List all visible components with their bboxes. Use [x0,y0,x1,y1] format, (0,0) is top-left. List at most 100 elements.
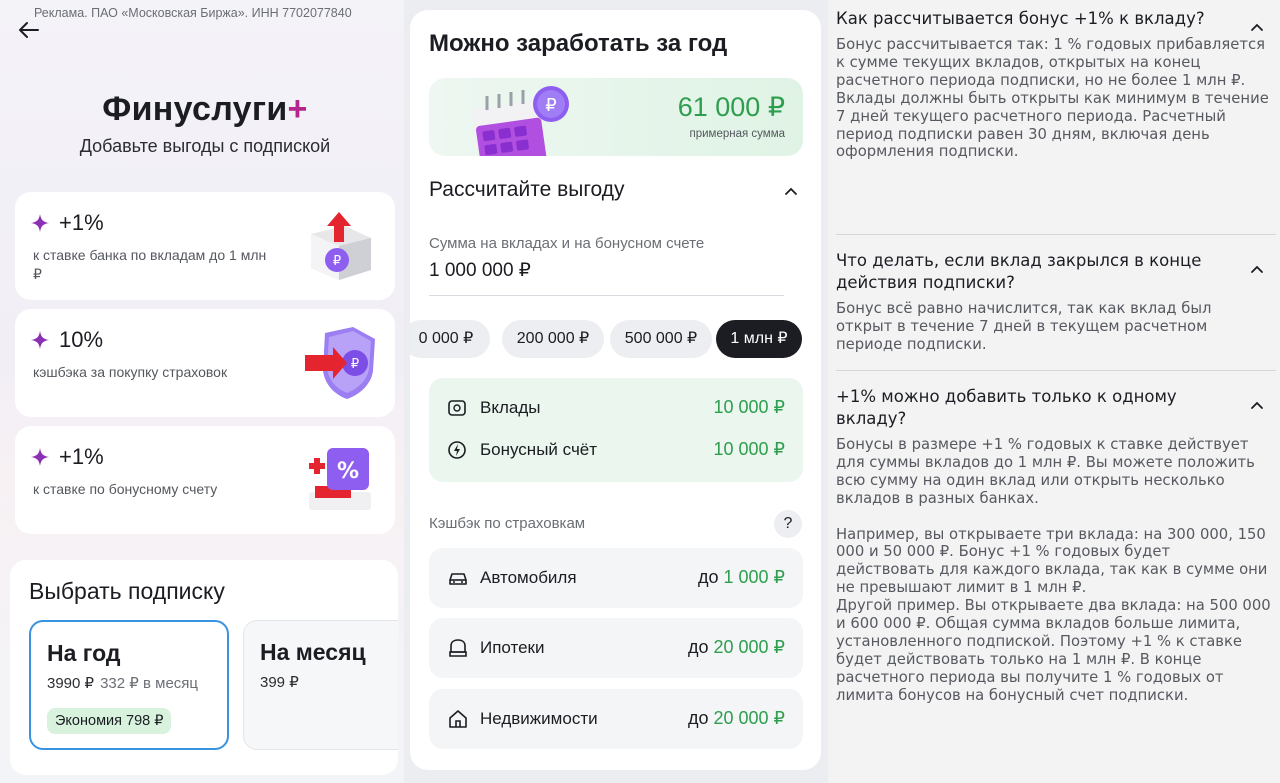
chevron-up-icon[interactable] [1250,22,1264,32]
plan-price-total: 3990 ₽ [47,675,95,692]
faq-divider [836,234,1276,235]
svg-text:₽: ₽ [333,254,341,269]
bonus-row-deposits: Вклады 10 000 ₽ [429,392,803,424]
house-icon [449,710,467,728]
bonus-row-value: 10 000 ₽ [713,397,785,417]
chevron-up-icon[interactable] [1250,400,1264,410]
benefit-description: кэшбэка за покупку страховок [33,364,228,380]
plan-price-monthly: 332 ₽ в месяц [100,675,199,692]
faq-panel: Как рассчитывается бонус +1% к вкладу? Б… [828,0,1280,783]
calendar-coin-icon: ₽ [471,86,569,156]
faq-item[interactable]: +1% можно добавить только к одному вклад… [836,386,1276,705]
cashback-amount: 20 000 ₽ [713,708,785,728]
sum-input[interactable]: 1 000 000 ₽ [429,259,531,282]
mortgage-icon [449,639,467,657]
cashback-item-value: до 20 000 ₽ [688,708,785,729]
chevron-up-icon[interactable] [784,186,798,196]
plan-card-year[interactable]: На год 3990 ₽ 332 ₽ в месяц Экономия 798 … [29,620,229,750]
plan-price: 399 ₽ [260,674,299,691]
earnings-calculator-panel: Можно заработать за год ₽ 61 000 ₽ приме… [410,10,821,770]
cashback-label: Кэшбэк по страховкам [429,515,586,532]
benefit-description: к ставке банка по вкладам до 1 млн ₽ [33,247,267,282]
amount-chips: 0 000 ₽ 200 000 ₽ 500 000 ₽ 1 млн ₽ [410,320,821,358]
subscription-selector: Выбрать подписку На год 3990 ₽ 332 ₽ в ме… [10,560,398,775]
cashback-prefix: до [697,567,719,587]
calculator-title: Рассчитайте выгоду [429,178,625,201]
safe-deposit-icon: ₽ [311,212,371,280]
sparkle-icon [31,331,49,349]
cashback-item-value: до 20 000 ₽ [688,637,785,658]
earnings-note: примерная сумма [689,128,786,140]
faq-question[interactable]: +1% можно добавить только к одному вклад… [836,386,1236,430]
chevron-up-icon[interactable] [1250,264,1264,274]
amount-chip[interactable]: 0 000 ₽ [410,320,490,358]
percent-box-icon: % [309,448,371,510]
plan-card-month[interactable]: На месяц 399 ₽ [243,620,398,750]
ad-disclaimer: Реклама. ПАО «Московская Биржа». ИНН 770… [34,6,352,20]
faq-item[interactable]: Что делать, если вклад закрылся в конце … [836,250,1276,354]
car-icon [449,573,467,585]
cashback-item-value: до 1 000 ₽ [698,567,785,588]
subscription-title: Выбрать подписку [29,578,225,604]
benefit-head: +1% [31,210,104,236]
plan-title: На год [47,640,121,666]
benefit-card-insurance[interactable]: 10% кэшбэка за покупку страховок ₽ [15,309,395,417]
benefit-value: +1% [59,444,104,469]
faq-answer: Бонусы в размере +1 % годовых к ставке д… [836,436,1271,704]
sparkle-icon [31,214,49,232]
bonus-row-label: Вклады [480,398,541,417]
cashback-item-label: Недвижимости [480,709,598,728]
faq-answer: Бонус всё равно начислится, так как вкла… [836,300,1212,353]
benefit-value: +1% [59,210,104,235]
sparkle-icon [31,448,49,466]
deposit-icon [448,400,466,416]
benefit-card-bonus-account[interactable]: +1% к ставке по бонусному счету % [15,426,395,534]
plan-title: На месяц [260,639,366,665]
bonus-account-icon [448,441,466,459]
bonus-row-bonus-account: Бонусный счёт 10 000 ₽ [429,434,803,466]
tagline: Добавьте выгоды с подпиской [79,136,331,156]
amount-chip[interactable]: 500 000 ₽ [610,320,712,358]
faq-question[interactable]: Что делать, если вклад закрылся в конце … [836,250,1236,294]
earnings-title: Можно заработать за год [429,30,728,57]
plan-price: 3990 ₽ 332 ₽ в месяц [47,674,198,692]
sum-input-label: Сумма на вкладах и на бонусном счете [429,235,705,252]
faq-question[interactable]: Как рассчитывается бонус +1% к вкладу? [836,8,1236,30]
calculated-bonuses: Вклады 10 000 ₽ Бонусный счёт 10 000 ₽ [429,378,803,482]
svg-text:₽: ₽ [351,357,359,372]
benefit-head: 10% [31,327,103,353]
amount-chip-selected[interactable]: 1 млн ₽ [716,320,802,358]
svg-text:%: % [337,459,359,484]
bonus-row-label: Бонусный счёт [480,440,598,459]
amount-chip[interactable]: 200 000 ₽ [502,320,604,358]
back-arrow-icon[interactable] [18,20,40,40]
brand-name: Финуслуги [102,90,288,128]
cashback-item-mortgage[interactable]: Ипотеки до 20 000 ₽ [429,618,803,678]
help-icon[interactable]: ? [774,510,802,538]
faq-answer: Бонус рассчитывается так: 1 % годовых пр… [836,36,1269,161]
benefit-description: к ставке по бонусному счету [33,481,218,497]
cashback-prefix: до [687,708,709,728]
cashback-item-label: Автомобиля [480,568,577,587]
benefit-value: 10% [59,327,104,352]
svg-text:₽: ₽ [545,95,556,116]
shield-cashback-icon: ₽ [305,327,375,399]
benefit-card-deposit[interactable]: +1% к ставке банка по вкладам до 1 млн ₽… [15,192,395,300]
bonus-row-value: 10 000 ₽ [713,439,785,459]
cashback-amount: 1 000 ₽ [723,567,786,587]
cashback-amount: 20 000 ₽ [713,637,785,657]
benefit-head: +1% [31,444,104,470]
cashback-prefix: до [687,637,709,657]
earnings-summary: ₽ 61 000 ₽ примерная сумма [429,78,803,156]
faq-item[interactable]: Как рассчитывается бонус +1% к вкладу? Б… [836,8,1276,161]
faq-divider [836,370,1276,371]
brand-logo: Финуслуги+ [0,90,410,129]
cashback-item-label: Ипотеки [480,638,545,657]
plan-saving-badge: Экономия 798 ₽ [47,708,172,734]
cashback-item-realty[interactable]: Недвижимости до 20 000 ₽ [429,689,803,749]
brand-plus: + [287,90,308,128]
cashback-item-car[interactable]: Автомобиля до 1 000 ₽ [429,548,803,608]
subscription-landing-panel: Реклама. ПАО «Московская Биржа». ИНН 770… [0,0,410,783]
earnings-amount: 61 000 ₽ [677,92,785,122]
sum-input-underline [429,295,784,296]
